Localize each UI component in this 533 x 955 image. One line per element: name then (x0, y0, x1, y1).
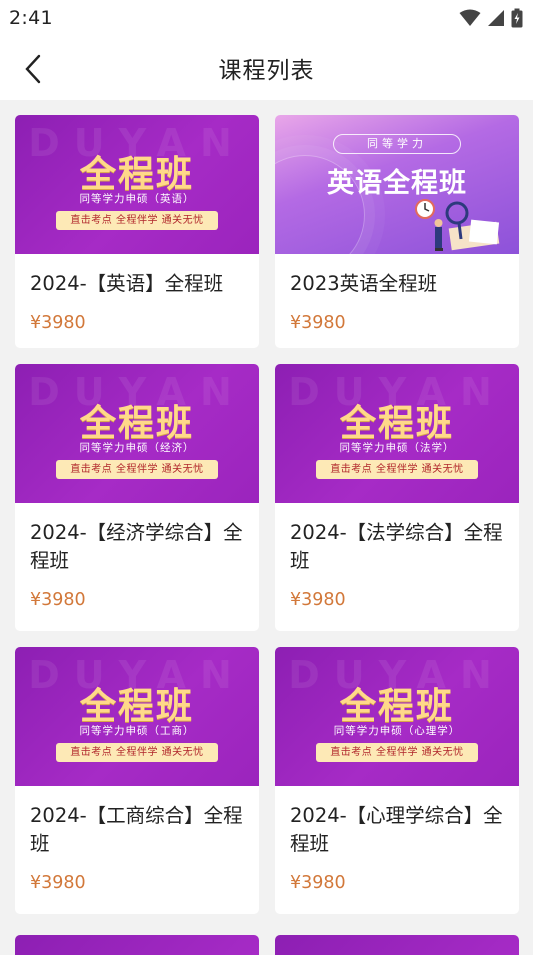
course-title: 2023英语全程班 (290, 272, 438, 295)
cover-subtitle: 同等学力申硕（工商） (79, 725, 195, 737)
page-title: 课程列表 (218, 58, 315, 84)
status-icons (459, 8, 523, 28)
chevron-left-icon (25, 54, 41, 84)
status-bar: 2:41 (0, 0, 533, 36)
course-price: ¥3980 (30, 590, 86, 610)
course-cover-image: DUYAN 全程班 同等学力申硕（英语） 直击考点 全程伴学 通关无忧 (15, 115, 259, 254)
cover-title: 全程班 (339, 403, 454, 444)
course-card[interactable]: DUYAN 全程班 同等学力申硕（心理学） 直击考点 全程伴学 通关无忧 202… (275, 647, 519, 914)
course-price: ¥3980 (30, 873, 86, 893)
cover-subtitle: 同等学力申硕（心理学） (333, 725, 461, 737)
cover-subtitle: 同等学力申硕（经济） (79, 442, 195, 454)
course-title: 2024-【英语】全程班 (30, 272, 224, 295)
course-card[interactable]: DUYAN 全程班 同等学力申硕（英语） 直击考点 全程伴学 通关无忧 2024… (15, 115, 259, 348)
course-title: 2024-【法学综合】全程班 (290, 521, 503, 572)
course-grid: DUYAN 全程班 同等学力申硕（英语） 直击考点 全程伴学 通关无忧 2024… (15, 115, 519, 914)
course-card[interactable]: DUYAN 全程班 同等学力申硕（法学） 直击考点 全程伴学 通关无忧 2024… (275, 364, 519, 631)
cover-tagline: 直击考点 全程伴学 通关无忧 (56, 211, 218, 230)
wifi-icon (459, 9, 481, 26)
cover-tagline: 直击考点 全程伴学 通关无忧 (56, 460, 218, 479)
book-magnifier-illustration-icon (415, 199, 500, 251)
course-card-partial[interactable] (275, 935, 519, 955)
back-button[interactable] (18, 52, 48, 86)
cover-tagline: 直击考点 全程伴学 通关无忧 (316, 460, 478, 479)
course-price: ¥3980 (290, 590, 346, 610)
course-card-partial[interactable] (15, 935, 259, 955)
cover-subtitle: 同等学力申硕（英语） (79, 193, 195, 205)
course-cover-image: DUYAN 全程班 同等学力申硕（心理学） 直击考点 全程伴学 通关无忧 (275, 647, 519, 786)
course-cover-image: 同等学力 英语全程班 (275, 115, 519, 254)
course-price: ¥3980 (290, 873, 346, 893)
cover-title: 全程班 (79, 403, 194, 444)
course-card[interactable]: DUYAN 全程班 同等学力申硕（工商） 直击考点 全程伴学 通关无忧 2024… (15, 647, 259, 914)
course-cover-image: DUYAN 全程班 同等学力申硕（工商） 直击考点 全程伴学 通关无忧 (15, 647, 259, 786)
cover-title: 全程班 (79, 686, 194, 727)
battery-icon (511, 8, 523, 28)
course-price: ¥3980 (290, 313, 346, 333)
course-title: 2024-【心理学综合】全程班 (290, 804, 503, 855)
course-card[interactable]: 同等学力 英语全程班 2023英语全程班 ¥3980 (275, 115, 519, 348)
course-price: ¥3980 (30, 313, 86, 333)
course-cover-image: DUYAN 全程班 同等学力申硕（经济） 直击考点 全程伴学 通关无忧 (15, 364, 259, 503)
cover-pill: 同等学力 (333, 134, 461, 154)
cover-title: 全程班 (339, 686, 454, 727)
course-cover-image: DUYAN 全程班 同等学力申硕（法学） 直击考点 全程伴学 通关无忧 (275, 364, 519, 503)
signal-icon (488, 10, 504, 26)
cover-subtitle: 同等学力申硕（法学） (339, 442, 455, 454)
course-card[interactable]: DUYAN 全程班 同等学力申硕（经济） 直击考点 全程伴学 通关无忧 2024… (15, 364, 259, 631)
course-title: 2024-【工商综合】全程班 (30, 804, 243, 855)
status-time: 2:41 (9, 7, 53, 29)
cover-tagline: 直击考点 全程伴学 通关无忧 (316, 743, 478, 762)
cover-title: 全程班 (79, 154, 194, 195)
course-title: 2024-【经济学综合】全程班 (30, 521, 243, 572)
app-header: 课程列表 (0, 36, 533, 100)
cover-tagline: 直击考点 全程伴学 通关无忧 (56, 743, 218, 762)
